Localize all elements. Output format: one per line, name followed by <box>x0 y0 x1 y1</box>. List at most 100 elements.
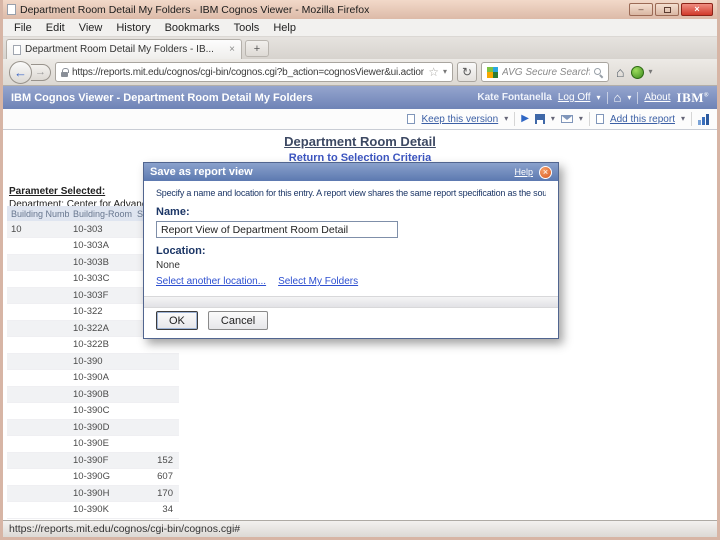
minimize-icon: – <box>638 5 643 14</box>
minimize-button[interactable]: – <box>629 3 653 16</box>
reload-button[interactable]: ↻ <box>457 62 477 82</box>
cognos-toolbar: Keep this version ▾ ▶ ▾ ▾ Add this repor… <box>3 109 717 130</box>
cell-building-room: 10-322B <box>69 337 133 354</box>
name-label: Name: <box>156 206 546 218</box>
search-icon[interactable] <box>594 68 603 77</box>
location-label: Location: <box>156 245 546 257</box>
column-header-building-number: Building Number <box>7 206 69 221</box>
forward-icon: → <box>35 66 46 78</box>
tab-close-icon[interactable]: × <box>229 45 235 55</box>
select-myfolders-link[interactable]: Select My Folders <box>278 276 358 287</box>
run-report-icon[interactable]: ▶ <box>521 114 529 124</box>
cell-value <box>133 436 179 453</box>
email-dropdown-icon[interactable]: ▾ <box>579 115 583 123</box>
table-row: 10-390E <box>7 436 179 453</box>
menu-item[interactable]: File <box>7 20 39 36</box>
cell-building-room: 10-322 <box>69 304 133 321</box>
cell-value <box>133 386 179 403</box>
separator <box>514 112 515 126</box>
dialog-help-link[interactable]: Help <box>514 167 533 177</box>
email-report-icon[interactable] <box>561 115 573 123</box>
forward-button[interactable]: → <box>31 64 51 81</box>
search-input[interactable] <box>502 67 590 78</box>
maximize-button[interactable] <box>655 3 679 16</box>
cell-value <box>133 370 179 387</box>
save-icon[interactable] <box>535 114 545 124</box>
save-dropdown-icon[interactable]: ▾ <box>551 115 555 123</box>
table-row: 10-390H 170 <box>7 485 179 502</box>
reload-icon: ↻ <box>462 65 472 79</box>
cell-building-number <box>7 436 69 453</box>
dialog-close-icon[interactable]: × <box>539 166 552 179</box>
url-input[interactable] <box>72 67 424 78</box>
keep-version-link[interactable]: Keep this version <box>421 114 498 125</box>
table-row: 10-390A <box>7 370 179 387</box>
home-button[interactable]: ⌂ <box>613 64 627 80</box>
menu-item[interactable]: Edit <box>39 20 72 36</box>
add-report-link[interactable]: Add this report <box>610 114 675 125</box>
add-report-icon <box>596 114 604 124</box>
name-input[interactable] <box>156 221 398 238</box>
window-title: Department Room Detail My Folders - IBM … <box>20 4 369 16</box>
cognos-home-dropdown-icon[interactable]: ▾ <box>627 93 631 102</box>
chart-view-icon[interactable] <box>698 114 709 125</box>
log-off-link[interactable]: Log Off <box>558 92 591 103</box>
cell-building-room: 10-303F <box>69 287 133 304</box>
close-button[interactable]: × <box>681 3 713 16</box>
url-bar[interactable]: ☆ ▾ <box>55 62 453 82</box>
window-titlebar: Department Room Detail My Folders - IBM … <box>3 0 717 19</box>
cell-building-room: 10-303C <box>69 271 133 288</box>
avg-addon-icon[interactable] <box>631 66 644 79</box>
cell-building-number: 10 <box>7 221 69 238</box>
dialog-description: Specify a name and location for this ent… <box>156 188 546 198</box>
cell-building-number <box>7 287 69 304</box>
home-icon: ⌂ <box>616 64 624 80</box>
dialog-body: Specify a name and location for this ent… <box>144 181 558 338</box>
browser-tab[interactable]: Department Room Detail My Folders - IB..… <box>6 39 242 59</box>
keep-version-dropdown-icon[interactable]: ▾ <box>504 115 508 123</box>
cell-building-room: 10-390G <box>69 469 133 486</box>
cancel-button[interactable]: Cancel <box>208 311 268 330</box>
table-row: 10-390K 34 <box>7 502 179 519</box>
separator <box>637 92 638 104</box>
menu-item[interactable]: Bookmarks <box>158 20 227 36</box>
menu-item[interactable]: History <box>109 20 157 36</box>
url-dropdown-icon[interactable]: ▾ <box>443 68 447 76</box>
dialog-buttons: OK Cancel <box>156 311 546 330</box>
tab-favicon-icon <box>13 45 21 55</box>
report-title: Department Room Detail <box>3 134 717 149</box>
cell-value <box>133 403 179 420</box>
close-icon: × <box>694 5 699 14</box>
table-row: 10-390C <box>7 403 179 420</box>
dialog-titlebar[interactable]: Save as report view Help × <box>144 163 558 181</box>
add-report-dropdown-icon[interactable]: ▾ <box>681 115 685 123</box>
menu-item[interactable]: Help <box>266 20 303 36</box>
search-bar[interactable] <box>481 62 609 82</box>
menu-item[interactable]: View <box>72 20 110 36</box>
save-report-view-dialog: Save as report view Help × Specify a nam… <box>143 162 559 339</box>
cell-value <box>133 419 179 436</box>
bookmark-star-icon[interactable]: ☆ <box>428 66 439 78</box>
ok-button[interactable]: OK <box>156 311 198 330</box>
cognos-home-icon[interactable]: ⌂ <box>614 91 622 104</box>
cell-building-number <box>7 419 69 436</box>
about-link[interactable]: About <box>644 92 670 103</box>
new-tab-button[interactable]: + <box>245 40 269 57</box>
cell-value: 170 <box>133 485 179 502</box>
cell-building-room: 10-390H <box>69 485 133 502</box>
log-off-dropdown-icon[interactable]: ▾ <box>596 93 600 102</box>
menu-item[interactable]: Tools <box>227 20 267 36</box>
separator <box>607 92 608 104</box>
table-row: 10-390F 152 <box>7 452 179 469</box>
cell-building-room: 10-303B <box>69 254 133 271</box>
select-location-link[interactable]: Select another location... <box>156 276 266 287</box>
navigation-bar: ← → ☆ ▾ ↻ ⌂ ▾ <box>3 59 717 86</box>
user-name: Kate Fontanella <box>477 92 551 103</box>
cell-value: 34 <box>133 502 179 519</box>
cell-building-number <box>7 386 69 403</box>
cell-building-number <box>7 271 69 288</box>
addon-dropdown-icon[interactable]: ▾ <box>648 68 652 76</box>
back-button[interactable]: ← <box>9 61 32 84</box>
cell-building-number <box>7 452 69 469</box>
cell-building-room: 10-390K <box>69 502 133 519</box>
